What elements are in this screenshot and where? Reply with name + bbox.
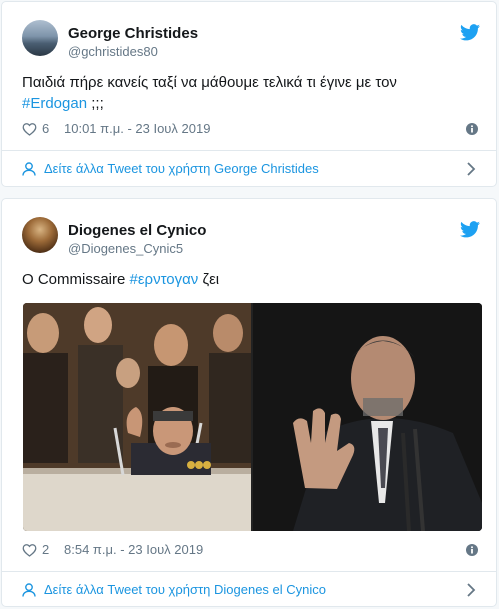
timestamp-link[interactable]: 10:01 π.μ. - 23 Ιουλ 2019 <box>64 121 210 136</box>
heart-icon[interactable] <box>22 543 37 557</box>
tweet-header: Diogenes el Cynico @Diogenes_Cynic5 <box>22 217 480 257</box>
tweet-meta: 2 8:54 π.μ. - 23 Ιουλ 2019 <box>22 541 480 559</box>
author-handle[interactable]: @Diogenes_Cynic5 <box>68 241 183 256</box>
like-count: 6 <box>42 121 50 136</box>
photo-brezhnev[interactable] <box>23 303 251 531</box>
info-icon[interactable] <box>466 123 478 135</box>
avatar[interactable] <box>22 217 58 253</box>
twitter-bird-icon[interactable] <box>460 24 480 41</box>
tweet-text-body: Ο Commissaire <box>22 271 130 288</box>
more-tweets-label[interactable]: Δείτε άλλα Tweet του χρήστη Diogenes el … <box>44 582 326 597</box>
photo-erdogan[interactable] <box>253 303 482 531</box>
info-icon[interactable] <box>466 544 478 556</box>
tweet-card[interactable]: Diogenes el Cynico @Diogenes_Cynic5 Ο Co… <box>1 198 497 607</box>
author-handle[interactable]: @gchristides80 <box>68 44 158 59</box>
more-tweets-link[interactable]: Δείτε άλλα Tweet του χρήστη Diogenes el … <box>2 571 496 609</box>
user-icon <box>22 583 36 597</box>
twitter-bird-icon[interactable] <box>460 221 480 238</box>
chevron-right-icon[interactable] <box>466 583 476 597</box>
tweet-media[interactable] <box>23 303 482 531</box>
tweet-text: Παιδιά πήρε κανείς ταξί να μάθουμε τελικ… <box>22 72 476 114</box>
heart-icon[interactable] <box>22 122 37 136</box>
tweet-header: George Christides @gchristides80 <box>22 20 480 60</box>
avatar[interactable] <box>22 20 58 56</box>
tweet-meta: 6 10:01 π.μ. - 23 Ιουλ 2019 <box>22 120 480 138</box>
author-name[interactable]: George Christides <box>68 25 198 42</box>
hashtag-link[interactable]: #ερντογαν <box>130 271 199 288</box>
tweet-card[interactable]: George Christides @gchristides80 Παιδιά … <box>1 1 497 187</box>
like-count: 2 <box>42 542 50 557</box>
more-tweets-link[interactable]: Δείτε άλλα Tweet του χρήστη George Chris… <box>2 150 496 188</box>
tweet-text-tail: ζει <box>198 271 220 288</box>
timestamp-link[interactable]: 8:54 π.μ. - 23 Ιουλ 2019 <box>64 542 203 557</box>
hashtag-link[interactable]: #Erdogan <box>22 95 87 112</box>
tweet-text-body: Παιδιά πήρε κανείς ταξί να μάθουμε τελικ… <box>22 74 397 91</box>
tweet-text-tail: ;;; <box>87 95 104 112</box>
tweet-text: Ο Commissaire #ερντογαν ζει <box>22 269 476 290</box>
more-tweets-label[interactable]: Δείτε άλλα Tweet του χρήστη George Chris… <box>44 161 319 176</box>
chevron-right-icon[interactable] <box>466 162 476 176</box>
author-name[interactable]: Diogenes el Cynico <box>68 222 206 239</box>
user-icon <box>22 162 36 176</box>
